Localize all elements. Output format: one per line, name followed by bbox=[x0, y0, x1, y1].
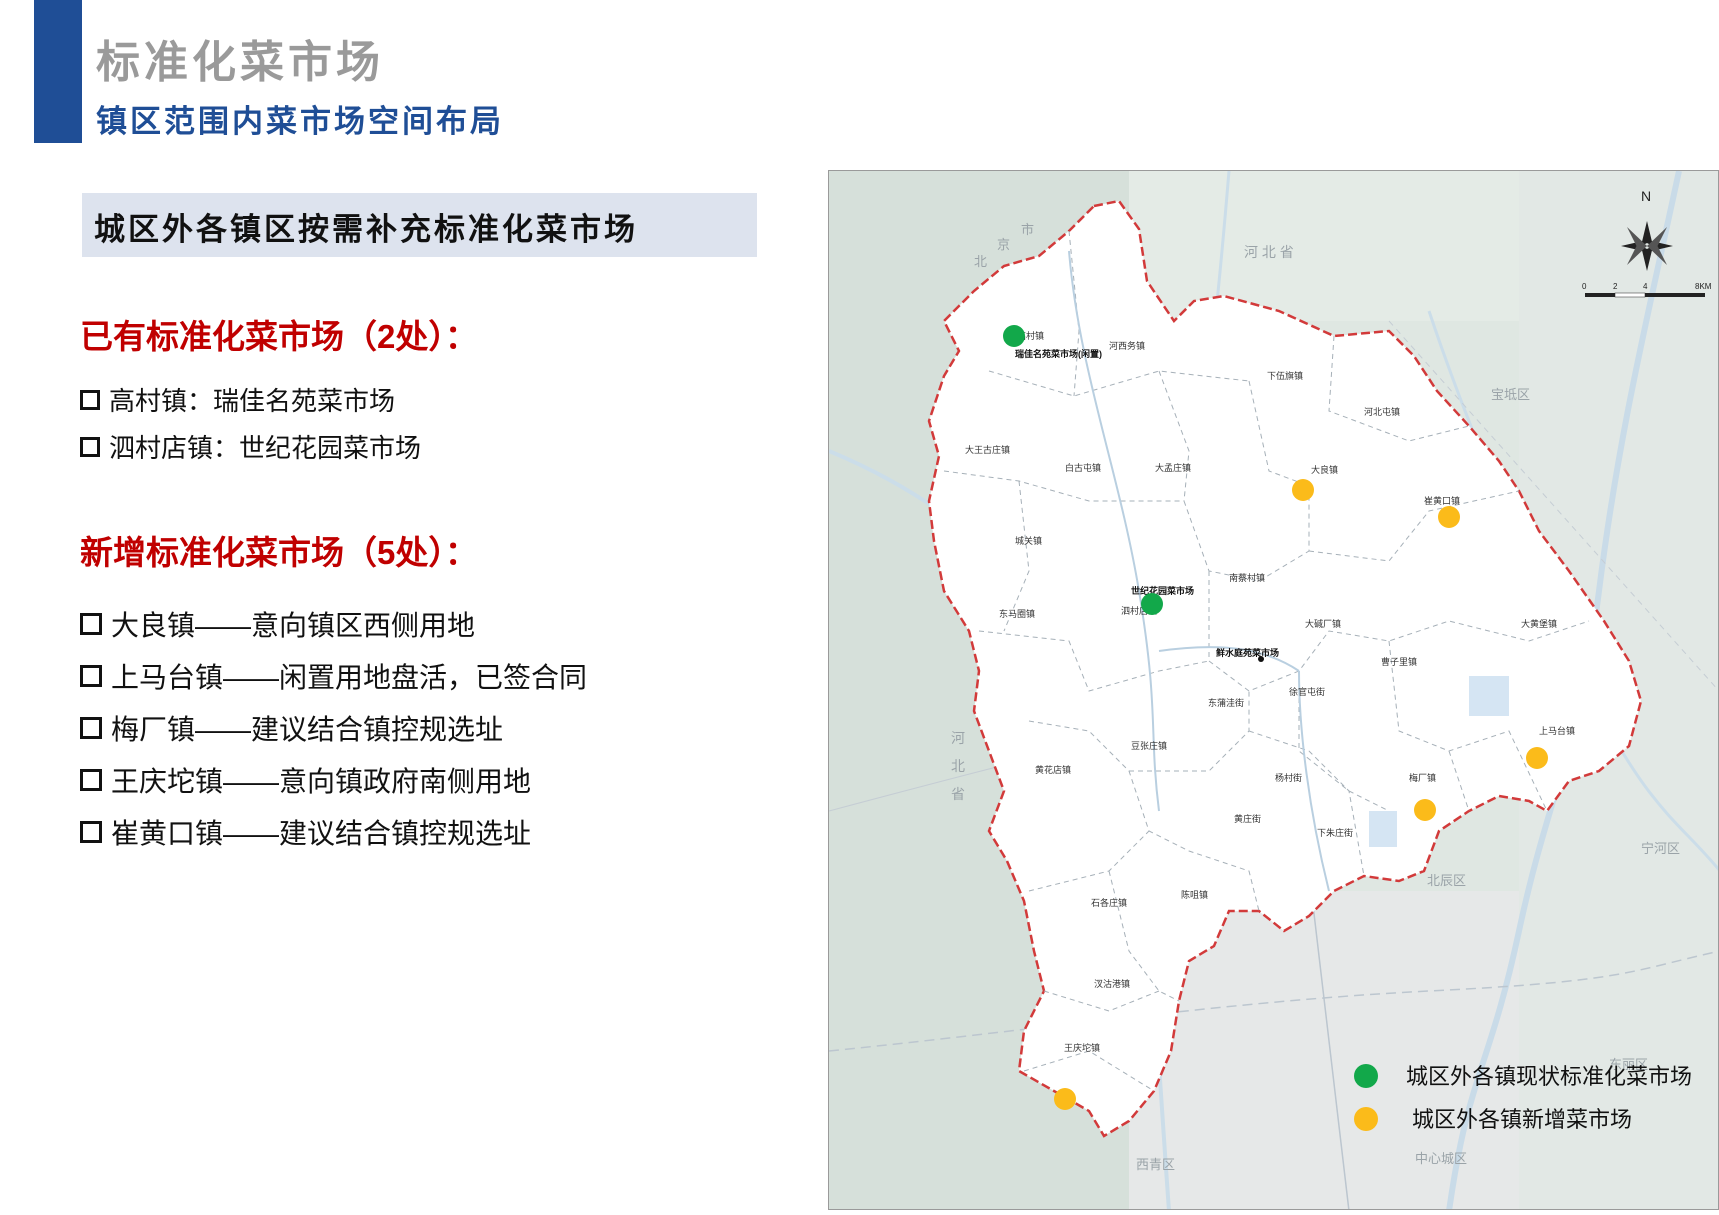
town-label: 石各庄镇 bbox=[1091, 897, 1127, 908]
town-label: 东蒲洼街 bbox=[1208, 697, 1244, 708]
list-item: 上马台镇——闲置用地盘活，已签合同 bbox=[80, 656, 587, 696]
town-label: 大碱厂镇 bbox=[1305, 618, 1341, 629]
town-label: 南蔡村镇 bbox=[1229, 572, 1265, 583]
existing-markets-heading: 已有标准化菜市场（2处）： bbox=[80, 318, 478, 355]
market-label: 瑞佳名苑菜市场(闲置) bbox=[1015, 348, 1102, 359]
page-subtitle: 镇区范围内菜市场空间布局 bbox=[96, 104, 504, 139]
town-label: 下朱庄街 bbox=[1317, 827, 1353, 838]
legend-new-label: 城区外各镇新增菜市场 bbox=[1412, 1107, 1632, 1132]
region-label: 京 bbox=[997, 237, 1010, 252]
town-label: 黄花店镇 bbox=[1035, 764, 1071, 775]
town-label: 汊沽港镇 bbox=[1094, 978, 1130, 989]
list-item-text: 上马台镇——闲置用地盘活，已签合同 bbox=[111, 662, 588, 693]
compass-label: N bbox=[1641, 188, 1651, 204]
section-title: 城区外各镇区按需补充标准化菜市场 bbox=[94, 212, 638, 247]
legend-existing-label: 城区外各镇现状标准化菜市场 bbox=[1406, 1064, 1692, 1089]
list-item: 大良镇——意向镇区西侧用地 bbox=[80, 604, 475, 644]
market-label: 鲜水庭苑菜市场 bbox=[1216, 647, 1279, 658]
new-markets-heading: 新增标准化菜市场（5处）： bbox=[80, 534, 478, 571]
region-label: 宝坻区 bbox=[1491, 387, 1530, 402]
page-title: 标准化菜市场 bbox=[96, 38, 384, 87]
new-market-marker bbox=[1292, 479, 1314, 501]
list-item-text: 高村镇：瑞佳名苑菜市场 bbox=[109, 386, 396, 416]
region-label: 中心城区 bbox=[1415, 1151, 1467, 1166]
town-label: 王庆坨镇 bbox=[1064, 1042, 1100, 1053]
checkbox-bullet-icon bbox=[80, 821, 102, 843]
checkbox-bullet-icon bbox=[80, 436, 100, 457]
existing-market-marker bbox=[1141, 593, 1163, 615]
map-canvas: 北 京 市 河 北 省 宝坻区 北辰区 东丽区 西青区 中心城区 宁河区 河 北… bbox=[829, 171, 1718, 1209]
region-label: 市 bbox=[1021, 222, 1034, 237]
new-market-marker bbox=[1526, 747, 1548, 769]
town-label: 大黄堡镇 bbox=[1521, 618, 1557, 629]
town-label: 陈咀镇 bbox=[1181, 889, 1208, 900]
town-label: 东马圈镇 bbox=[999, 608, 1035, 619]
town-label: 城关镇 bbox=[1015, 535, 1042, 546]
town-label: 上马台镇 bbox=[1539, 725, 1575, 736]
list-item: 王庆坨镇——意向镇政府南侧用地 bbox=[80, 760, 531, 800]
region-label: 北 bbox=[951, 758, 965, 774]
town-label: 河北屯镇 bbox=[1364, 406, 1400, 417]
market-label: 世纪花园菜市场 bbox=[1131, 585, 1194, 596]
checkbox-bullet-icon bbox=[80, 769, 102, 791]
reservoir bbox=[1469, 676, 1509, 716]
legend-new-marker bbox=[1354, 1107, 1378, 1131]
list-item-text: 梅厂镇——建议结合镇控规选址 bbox=[111, 714, 504, 745]
town-label: 杨村街 bbox=[1275, 772, 1302, 783]
list-item: 崔黄口镇——建议结合镇控规选址 bbox=[80, 812, 531, 852]
existing-market-marker bbox=[1003, 325, 1025, 347]
town-label: 豆张庄镇 bbox=[1131, 740, 1167, 751]
region-label: 北辰区 bbox=[1427, 873, 1466, 888]
new-market-marker bbox=[1054, 1088, 1076, 1110]
region-label: 省 bbox=[951, 786, 965, 802]
list-item: 高村镇：瑞佳名苑菜市场 bbox=[80, 381, 395, 418]
town-label: 大王古庄镇 bbox=[965, 444, 1010, 455]
legend-existing-marker bbox=[1354, 1064, 1378, 1088]
town-label: 徐官屯街 bbox=[1289, 686, 1325, 697]
town-label: 河西务镇 bbox=[1109, 340, 1145, 351]
district-map: 北 京 市 河 北 省 宝坻区 北辰区 东丽区 西青区 中心城区 宁河区 河 北… bbox=[828, 170, 1719, 1210]
town-label: 下伍旗镇 bbox=[1267, 370, 1303, 381]
scale-label: 2 bbox=[1613, 282, 1618, 291]
list-item: 泗村店镇：世纪花园菜市场 bbox=[80, 428, 421, 465]
list-item: 梅厂镇——建议结合镇控规选址 bbox=[80, 708, 503, 748]
region-label: 宁河区 bbox=[1641, 841, 1680, 856]
region-label: 河 bbox=[951, 730, 965, 746]
town-label: 崔黄口镇 bbox=[1424, 495, 1460, 506]
new-market-marker bbox=[1438, 506, 1460, 528]
checkbox-bullet-icon bbox=[80, 717, 102, 739]
section-banner: 城区外各镇区按需补充标准化菜市场 bbox=[82, 193, 757, 257]
region-label: 北 bbox=[974, 254, 987, 269]
town-label: 大良镇 bbox=[1311, 464, 1338, 475]
town-label: 梅厂镇 bbox=[1409, 772, 1436, 783]
new-market-marker bbox=[1414, 799, 1436, 821]
market-point-marker bbox=[1258, 656, 1264, 662]
checkbox-bullet-icon bbox=[80, 389, 100, 410]
scale-label: 0 bbox=[1582, 282, 1587, 291]
list-item-text: 泗村店镇：世纪花园菜市场 bbox=[109, 433, 422, 463]
region-label: 河 北 省 bbox=[1244, 244, 1294, 260]
town-label: 黄庄街 bbox=[1234, 813, 1261, 824]
list-item-text: 崔黄口镇——建议结合镇控规选址 bbox=[111, 818, 532, 849]
header-accent-bar bbox=[34, 0, 82, 143]
checkbox-bullet-icon bbox=[80, 613, 102, 635]
town-label: 白古屯镇 bbox=[1065, 462, 1101, 473]
town-label: 大孟庄镇 bbox=[1155, 462, 1191, 473]
town-label: 曹子里镇 bbox=[1381, 656, 1417, 667]
region-label: 西青区 bbox=[1136, 1157, 1175, 1172]
list-item-text: 大良镇——意向镇区西侧用地 bbox=[111, 610, 476, 641]
scale-label: 4 bbox=[1643, 282, 1648, 291]
scale-label: 8KM bbox=[1695, 282, 1712, 291]
list-item-text: 王庆坨镇——意向镇政府南侧用地 bbox=[111, 766, 532, 797]
checkbox-bullet-icon bbox=[80, 665, 102, 687]
reservoir bbox=[1369, 811, 1397, 847]
